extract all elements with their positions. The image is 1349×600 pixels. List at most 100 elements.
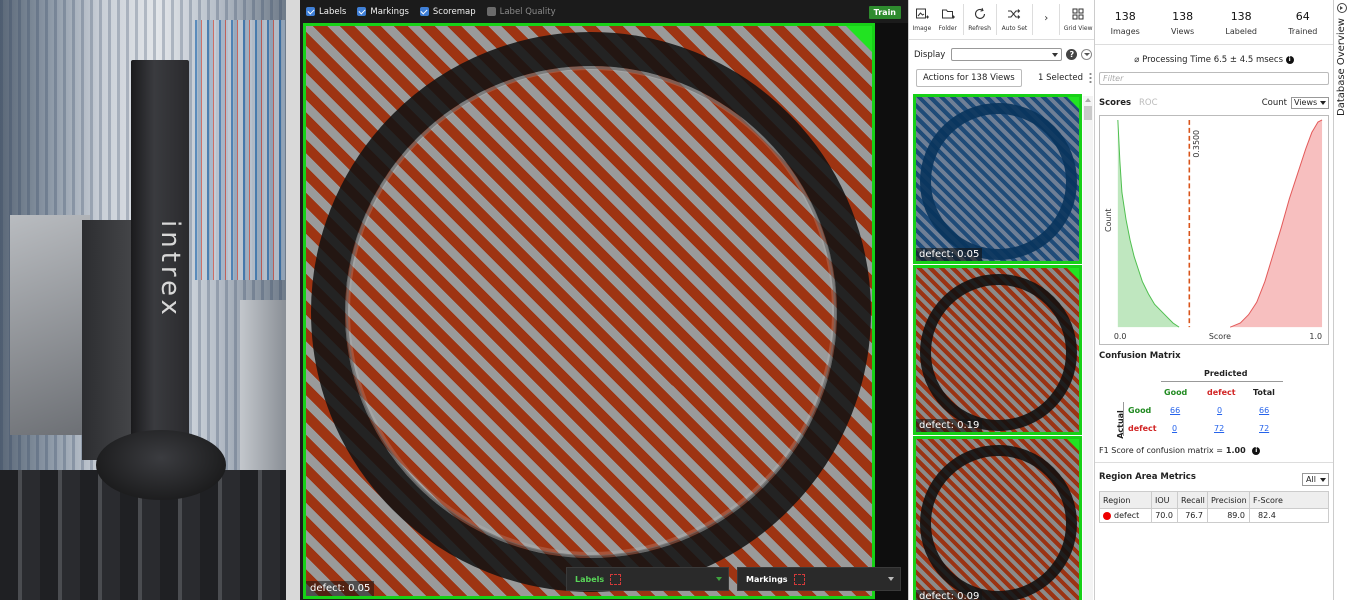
unchecked-box-icon [486,7,496,16]
viewer-toolbar: Labels Markings Scoremap Label Quality [300,0,908,23]
help-icon[interactable]: ? [1066,49,1078,60]
train-button[interactable]: Train [868,6,901,19]
scrollbar-thumb[interactable] [1084,106,1092,120]
labels-dropdown[interactable]: Labels [566,567,729,591]
chevron-down-icon [888,577,894,581]
info-icon[interactable]: i [1252,446,1261,455]
labels-checkbox[interactable]: Labels [306,7,346,17]
recall-cell: 76.7 [1177,508,1208,523]
scoremap-checkbox[interactable]: Scoremap [419,6,476,17]
cell-good-total[interactable]: 66 [1259,406,1269,415]
tab-scores[interactable]: Scores [1099,98,1131,108]
predicted-header: Predicted [1204,369,1248,378]
image-score-label: defect: 0.05 [306,581,375,596]
scoremap-checkbox-label: Scoremap [432,6,476,17]
cell-defect-total[interactable]: 72 [1259,424,1269,433]
camera-bracket [82,220,134,460]
markings-checkbox-label: Markings [370,6,409,17]
thumbnail-card[interactable]: defect: 0.09 [913,436,1082,600]
auto-set-button[interactable]: Auto Set [999,0,1031,39]
cell-good-good[interactable]: 66 [1170,406,1180,415]
region-filter-select[interactable]: All [1302,473,1329,486]
thumbnail-scrollbar[interactable] [1083,96,1093,600]
grid-view-button[interactable]: Grid View [1062,0,1094,39]
expand-circle-icon[interactable] [1081,49,1093,60]
actions-button[interactable]: Actions for 138 Views [916,69,1022,87]
confusion-matrix-title: Confusion Matrix [1099,351,1181,361]
precision-cell: 89.0 [1207,508,1250,523]
mounting-block [10,215,90,435]
markings-dropdown[interactable]: Markings [737,567,901,591]
markings-checkbox[interactable]: Markings [357,7,409,17]
status-corner-marker [1067,268,1079,280]
database-overview-tab[interactable]: Database Overview [1333,0,1349,600]
toolbar-separator [962,4,964,35]
col-region: Region [1099,491,1152,509]
thumbnail-score-label: defect: 0.05 [916,248,983,261]
info-icon[interactable]: i [1285,55,1294,64]
stat-value: 64 [1295,10,1310,23]
status-corner-marker [1067,439,1079,451]
f1-label: F1 Score of confusion matrix = [1099,446,1223,455]
kebab-menu-icon[interactable] [1089,72,1092,84]
toolbar-separator [1059,4,1061,35]
table-row[interactable]: defect 70.0 76.7 89.0 82.4 [1099,508,1329,523]
side-tab-label: Database Overview [1336,18,1347,116]
shuffle-icon [1008,9,1021,19]
stat-label: Trained [1288,27,1318,36]
thumbnail-score-label: defect: 0.09 [916,590,983,600]
display-select[interactable] [951,48,1063,61]
filter-input[interactable]: Filter [1099,72,1329,85]
x-tick-label: 0.0 [1114,332,1127,341]
image-button[interactable]: Image [909,0,935,39]
more-tools-button[interactable]: › [1035,0,1057,39]
fscore-cell: 82.4 [1249,508,1329,523]
thumbnail-ring [920,103,1077,260]
col-recall: Recall [1177,491,1208,509]
cell-defect-defect[interactable]: 72 [1214,424,1224,433]
status-corner-marker [846,26,872,52]
stat-images: 138 Images [1111,10,1140,44]
image-viewer: Labels Markings Scoremap Label Quality T… [300,0,908,600]
stats-row: 138 Images 138 Views 138 Labeled 64 Trained [1095,0,1333,44]
cell-good-defect[interactable]: 0 [1217,406,1222,415]
thumbnail-ring [920,274,1077,431]
check-icon [357,7,367,16]
thumbnail-score-label: defect: 0.19 [916,419,983,432]
panel-divider[interactable] [286,0,300,600]
toolbar-separator [995,4,997,35]
status-corner-marker [1067,97,1079,109]
folder-button[interactable]: Folder [935,0,961,39]
views-select[interactable]: Views [1291,97,1329,109]
refresh-button[interactable]: Refresh [966,0,994,39]
col-defect: defect [1207,388,1236,397]
chevron-down-icon [716,577,722,581]
check-icon [419,7,429,16]
series-area-1 [1230,119,1323,328]
tab-roc[interactable]: ROC [1139,98,1158,108]
folder-icon [941,9,955,19]
row-defect: defect [1128,424,1157,433]
main-image[interactable]: defect: 0.05 [303,23,875,599]
row-good: Good [1128,406,1152,415]
y-axis-label: Count [1104,208,1113,232]
thumbnail-card[interactable]: defect: 0.19 [913,265,1082,435]
dashed-region-icon [610,573,622,585]
scroll-up-icon[interactable] [1085,98,1091,102]
region-metrics-title: Region Area Metrics [1099,472,1196,482]
image-button-label: Image [912,25,932,32]
col-total: Total [1253,388,1275,397]
display-row: Display ? [914,48,1093,61]
toolbar-separator [1032,4,1034,35]
label-quality-checkbox[interactable]: Label Quality [486,7,556,17]
cell-defect-good[interactable]: 0 [1172,424,1177,433]
app-root: intrex Labels Markings Scoremap Label Qu… [0,0,1349,600]
collapse-arrow-icon[interactable] [1337,3,1347,13]
stat-value: 138 [1172,10,1194,23]
score-histogram[interactable]: 0.3500 Count Score 0.0 1.0 [1099,115,1329,345]
markings-dropdown-label: Markings [746,574,788,584]
thumbnail-card[interactable]: defect: 0.05 [913,94,1082,264]
threshold-label: 0.3500 [1192,130,1201,158]
x-axis-label: Score [1209,332,1231,341]
region-name: defect [1114,511,1140,520]
